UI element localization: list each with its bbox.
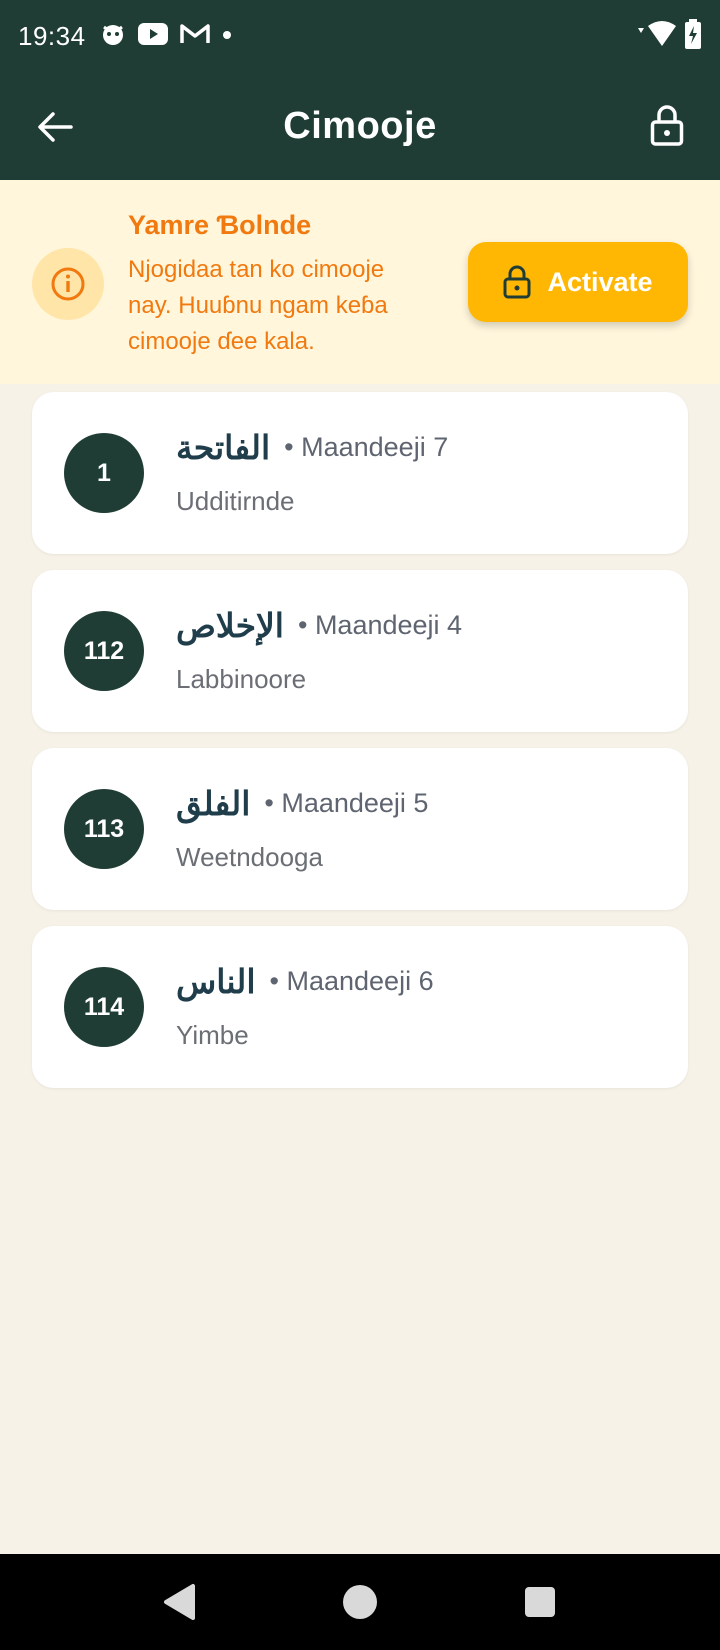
- surah-name: Udditirnde: [176, 486, 295, 516]
- dot-icon: [222, 27, 232, 45]
- info-icon: [32, 248, 104, 320]
- surah-number-badge: 113: [64, 789, 144, 869]
- app-bar: Cimooje: [0, 72, 720, 180]
- arabic-name: الفلق: [176, 783, 251, 823]
- lock-button[interactable]: [642, 100, 692, 150]
- verse-count: • Maandeeji 4: [297, 609, 463, 640]
- status-bar: 19:34: [0, 0, 720, 72]
- nav-recents-button[interactable]: [520, 1582, 560, 1622]
- nav-home-button[interactable]: [340, 1582, 380, 1622]
- page-title: Cimooje: [283, 104, 437, 147]
- surah-name: Weetndooga: [176, 842, 323, 872]
- nav-back-button[interactable]: [160, 1582, 200, 1622]
- restriction-banner: Yamre Ɓolnde Njogidaa tan ko cimooje nay…: [0, 180, 720, 384]
- verse-count: • Maandeeji 7: [284, 431, 449, 462]
- youtube-icon: [137, 22, 168, 50]
- verse-count: • Maandeeji 5: [264, 787, 429, 818]
- surah-number-badge: 112: [64, 611, 144, 691]
- verse-count: • Maandeeji 6: [269, 965, 434, 996]
- lock-icon: [503, 265, 531, 299]
- arabic-name: الفاتحة: [176, 427, 271, 467]
- notification-icons: [100, 21, 232, 52]
- surah-name: Yimbe: [176, 1020, 249, 1050]
- activate-button[interactable]: Activate: [468, 242, 688, 322]
- activate-button-label: Activate: [547, 266, 653, 297]
- square-recents-icon: [525, 1587, 555, 1617]
- system-navigation-bar: [0, 1554, 720, 1650]
- back-button[interactable]: [30, 102, 80, 152]
- list-item[interactable]: 1 الفاتحة • Maandeeji 7 Udditirnde: [32, 392, 688, 554]
- arrow-left-icon: [38, 112, 73, 142]
- gmail-icon: [179, 23, 210, 50]
- status-time: 19:34: [18, 20, 86, 51]
- triangle-back-icon: [164, 1584, 195, 1620]
- list-item[interactable]: 114 الناس • Maandeeji 6 Yimbe: [32, 926, 688, 1088]
- banner-title: Yamre Ɓolnde: [128, 210, 312, 240]
- arabic-name: الإخلاص: [176, 605, 284, 645]
- list-item[interactable]: 112 الإخلاص • Maandeeji 4 Labbinoore: [32, 570, 688, 732]
- surah-number-badge: 114: [64, 967, 144, 1047]
- banner-text: Njogidaa tan ko cimooje nay. Huuɓnu ngam…: [128, 256, 388, 355]
- lock-icon: [650, 105, 684, 146]
- system-icons: [636, 18, 702, 54]
- list-item[interactable]: 113 الفلق • Maandeeji 5 Weetndooga: [32, 748, 688, 910]
- cat-notification-icon: [100, 21, 126, 52]
- arabic-name: الناس: [176, 961, 256, 1001]
- wifi-icon: [636, 20, 678, 53]
- circle-home-icon: [343, 1585, 377, 1619]
- surah-name: Labbinoore: [176, 664, 307, 694]
- battery-charging-icon: [684, 18, 702, 54]
- surah-number-badge: 1: [64, 433, 144, 513]
